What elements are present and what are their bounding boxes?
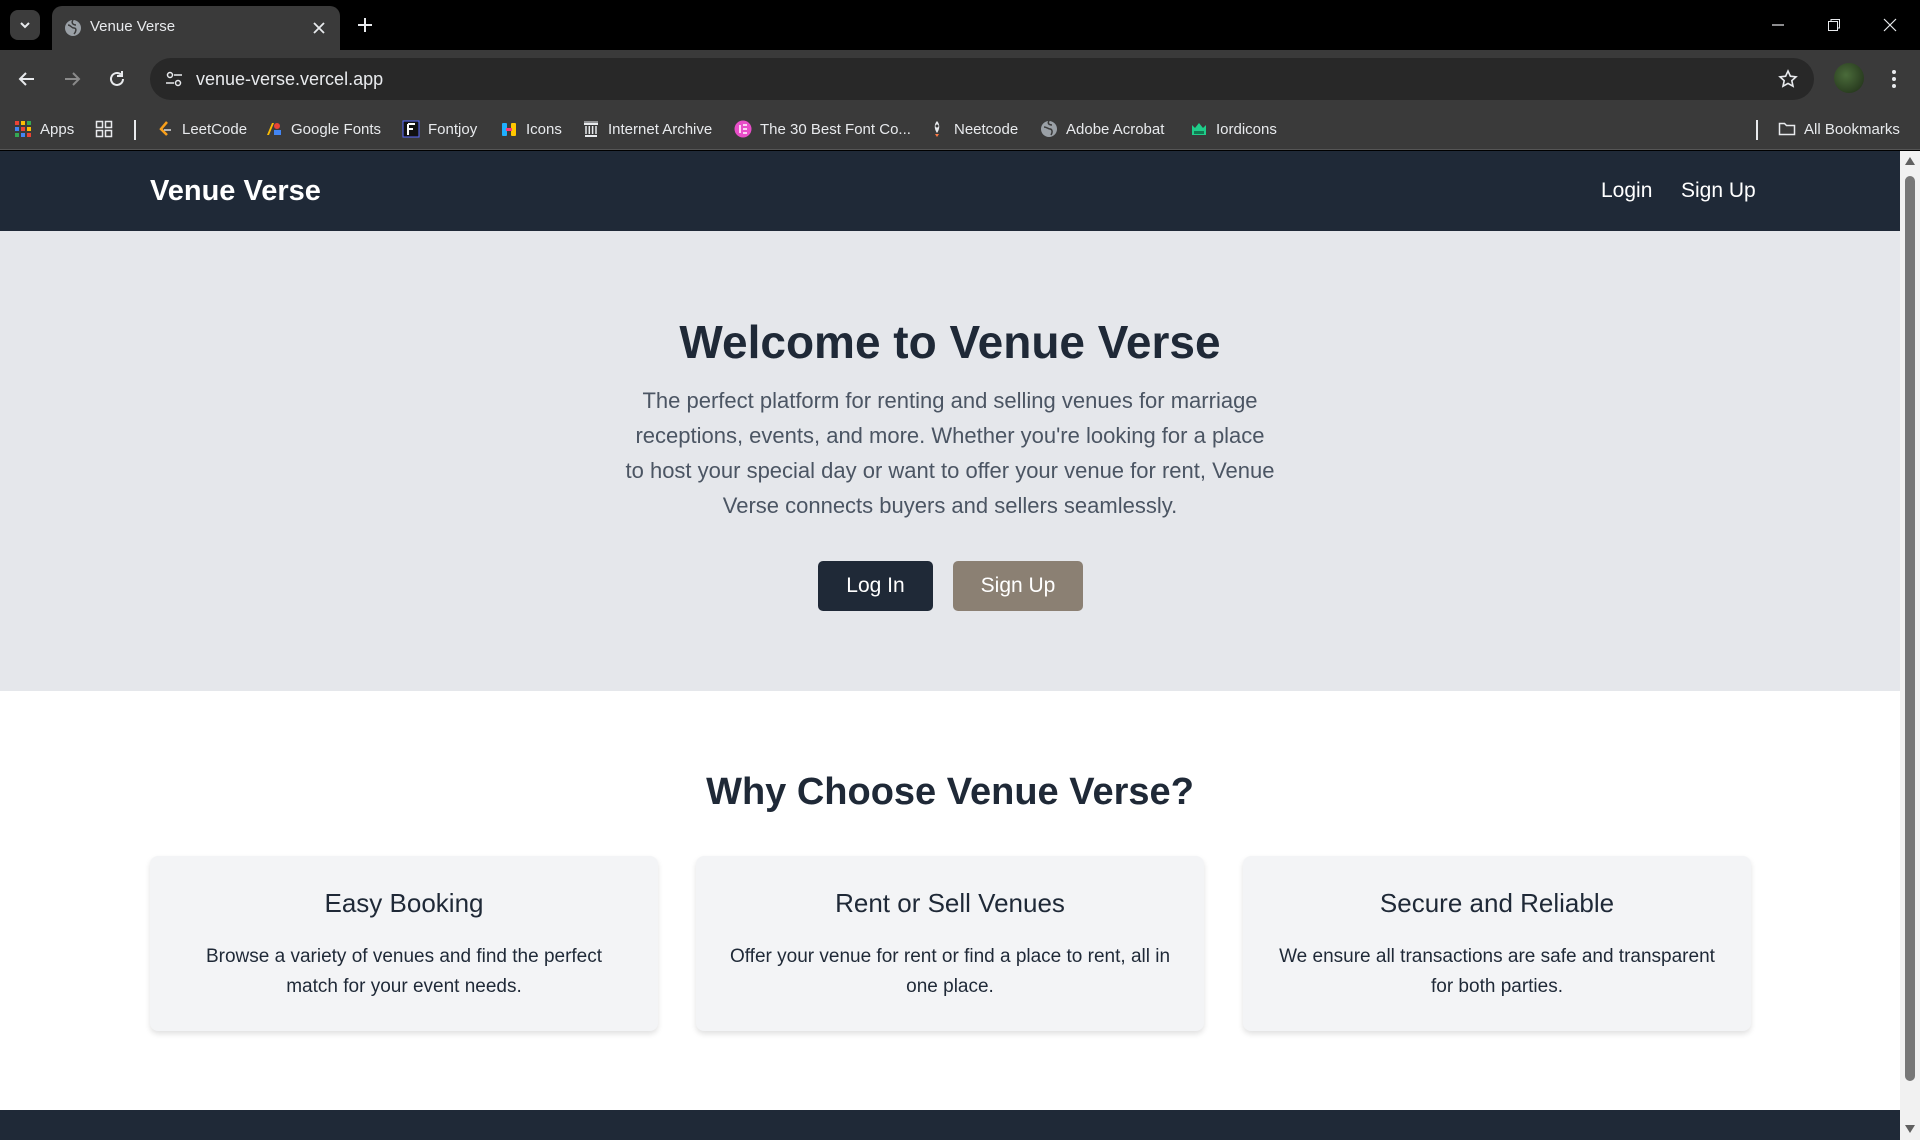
leetcode-icon	[159, 121, 171, 136]
scroll-down-button[interactable]	[1904, 1123, 1916, 1135]
grid-icon	[95, 120, 113, 138]
bookmark-label: Icons	[526, 120, 562, 138]
restore-icon	[1828, 19, 1840, 31]
feature-card-text: Browse a variety of venues and find the …	[205, 946, 603, 997]
neetcode-icon	[934, 121, 940, 137]
reload-button[interactable]	[102, 64, 132, 94]
site-info-button[interactable]	[162, 67, 186, 91]
more-vertical-icon	[1892, 70, 1896, 88]
bookmark-leetcode[interactable]: LeetCode	[156, 116, 247, 142]
close-icon	[1883, 18, 1897, 32]
bookmark-best-fonts[interactable]: The 30 Best Font Co...	[734, 116, 911, 142]
bookmark-neetcode[interactable]: Neetcode	[928, 116, 1018, 142]
chevron-down-icon	[20, 22, 30, 29]
forward-button[interactable]	[57, 64, 87, 94]
page-scrollbar[interactable]	[1900, 151, 1920, 1140]
feature-card-title: Secure and Reliable	[1379, 888, 1615, 918]
bookmark-label: Google Fonts	[291, 120, 382, 138]
nav-signup-link[interactable]: Sign Up	[1681, 179, 1756, 203]
nav-login-link[interactable]: Login	[1601, 179, 1652, 203]
browser-menu-button[interactable]	[1880, 64, 1908, 94]
bookmark-label: LeetCode	[182, 120, 248, 138]
new-tab-button[interactable]	[352, 12, 378, 38]
icons8-icon	[502, 123, 516, 136]
browser-tab-strip: Venue Verse	[0, 0, 1920, 50]
bookmark-label: Iordicons	[1216, 120, 1277, 138]
tab-search-button[interactable]	[10, 10, 40, 40]
minimize-button[interactable]	[1758, 10, 1798, 40]
bookmark-fontjoy[interactable]: Fontjoy	[402, 116, 477, 142]
hero-section: Welcome to Venue Verse The perfect platf…	[0, 231, 1900, 691]
bookmark-label: Internet Archive	[608, 120, 713, 138]
all-bookmarks-button[interactable]: All Bookmarks	[1778, 116, 1900, 142]
close-tab-button[interactable]	[308, 17, 330, 39]
font-collection-icon	[734, 120, 752, 138]
minimize-icon	[1772, 24, 1784, 26]
hero-signup-button[interactable]: Sign Up	[953, 561, 1083, 611]
feature-card-title: Easy Booking	[324, 888, 484, 918]
triangle-up-icon	[1905, 157, 1915, 165]
star-icon	[1778, 69, 1798, 88]
bookmark-label: Apps	[40, 120, 75, 138]
feature-card-title: Rent or Sell Venues	[835, 888, 1065, 918]
page-viewport: Venue Verse Login Sign Up Welcome to Ven…	[0, 151, 1900, 1140]
browser-toolbar: venue-verse.vercel.app	[0, 50, 1920, 108]
feature-card-text: Offer your venue for rent or find a plac…	[729, 946, 1171, 997]
tune-icon	[166, 71, 182, 87]
bookmark-adobe-acrobat[interactable]: Adobe Acrobat	[1040, 116, 1164, 142]
arrow-left-icon	[18, 72, 34, 86]
reload-icon	[110, 71, 124, 86]
bookmark-star-button[interactable]	[1776, 67, 1800, 91]
tab-groups-button[interactable]	[95, 116, 113, 142]
plus-icon	[358, 18, 372, 32]
bookmarks-divider	[134, 120, 136, 140]
iordicons-icon	[1192, 123, 1206, 135]
feature-card: Rent or Sell Venues Offer your venue for…	[696, 856, 1204, 1031]
scroll-up-button[interactable]	[1904, 155, 1916, 167]
close-icon	[313, 22, 325, 34]
bookmark-internet-archive[interactable]: Internet Archive	[582, 116, 712, 142]
triangle-down-icon	[1905, 1125, 1915, 1133]
arrow-right-icon	[65, 72, 81, 86]
site-brand[interactable]: Venue Verse	[150, 175, 321, 208]
active-tab[interactable]: Venue Verse	[52, 6, 340, 50]
globe-icon	[65, 19, 81, 36]
bookmark-iordicons[interactable]: Iordicons	[1190, 116, 1277, 142]
site-footer	[0, 1110, 1900, 1140]
hero-title: Welcome to Venue Verse	[679, 316, 1221, 368]
bookmark-label: Fontjoy	[428, 120, 478, 138]
features-title: Why Choose Venue Verse?	[706, 771, 1194, 813]
bookmark-icons[interactable]: Icons	[500, 116, 562, 142]
bookmark-label: The 30 Best Font Co...	[760, 120, 911, 138]
profile-avatar[interactable]	[1834, 63, 1864, 93]
back-button[interactable]	[12, 64, 42, 94]
scrollbar-thumb[interactable]	[1905, 176, 1915, 1081]
address-bar[interactable]: venue-verse.vercel.app	[150, 58, 1814, 100]
bookmark-google-fonts[interactable]: Google Fonts	[265, 116, 381, 142]
google-fonts-icon	[267, 123, 281, 135]
close-window-button[interactable]	[1870, 10, 1910, 40]
restore-button[interactable]	[1814, 10, 1854, 40]
tab-title: Venue Verse	[90, 18, 176, 35]
feature-card-text: We ensure all transactions are safe and …	[1279, 946, 1715, 997]
fontjoy-icon	[402, 120, 420, 138]
hero-login-button[interactable]: Log In	[818, 561, 933, 611]
feature-card: Easy Booking Browse a variety of venues …	[150, 856, 658, 1031]
site-navbar: Venue Verse Login Sign Up	[0, 151, 1900, 231]
archive-icon	[584, 121, 598, 137]
bookmarks-bar: Apps LeetCode Google Fonts Fontjoy Icons…	[0, 108, 1920, 150]
adobe-icon	[1041, 120, 1057, 137]
all-bookmarks-label: All Bookmarks	[1804, 120, 1900, 138]
bookmark-apps[interactable]: Apps	[14, 116, 74, 142]
bookmark-label: Adobe Acrobat	[1066, 120, 1165, 138]
folder-icon	[1778, 122, 1796, 136]
bookmark-label: Neetcode	[954, 120, 1019, 138]
hero-description: The perfect platform for renting and sel…	[625, 388, 1275, 518]
apps-grid-icon	[15, 121, 31, 137]
url-text[interactable]: venue-verse.vercel.app	[196, 69, 383, 90]
bookmarks-divider	[1756, 120, 1758, 140]
feature-card: Secure and Reliable We ensure all transa…	[1243, 856, 1751, 1031]
